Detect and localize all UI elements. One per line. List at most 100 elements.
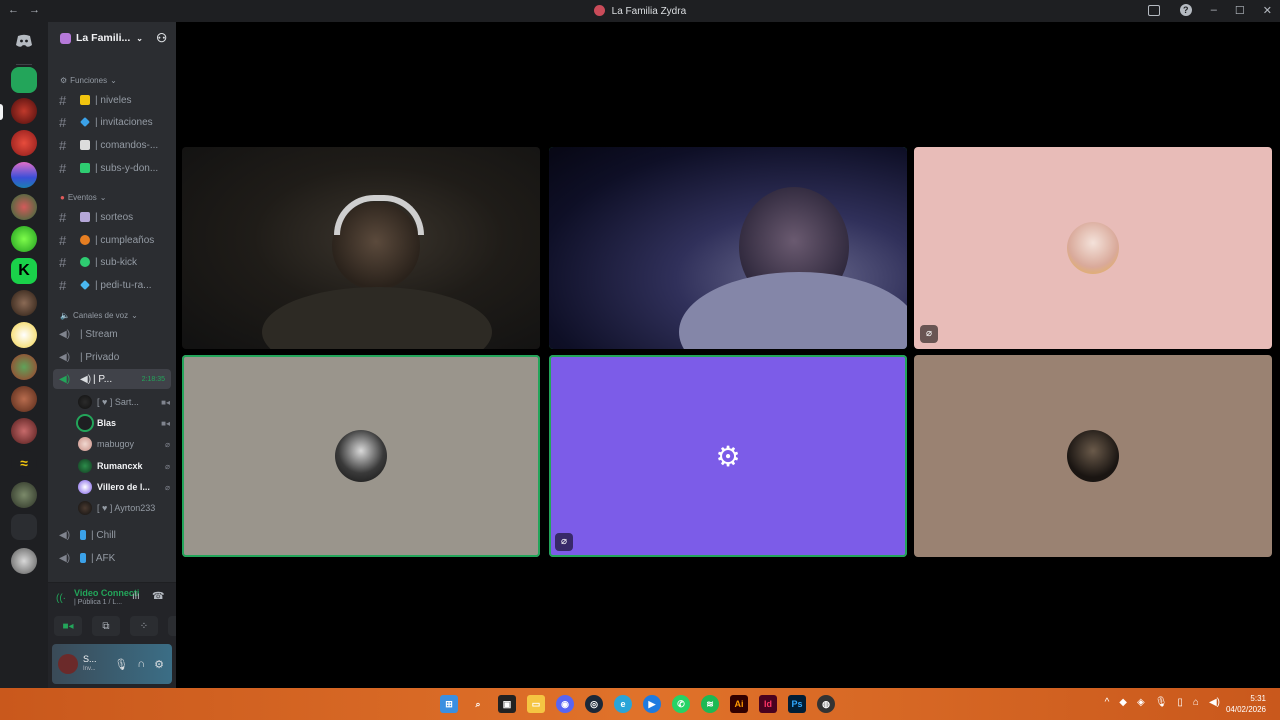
category-funciones[interactable]: ⚙ Funciones ⌄: [60, 76, 117, 85]
video-tile-camera-1[interactable]: [182, 147, 540, 349]
terminal-icon[interactable]: ▣: [498, 695, 516, 713]
illustrator-icon[interactable]: Ai: [730, 695, 748, 713]
discord-home-icon[interactable]: [12, 29, 36, 53]
voice-channel-privado[interactable]: ◀) | Privado: [53, 347, 171, 367]
user-info[interactable]: S... Inv...: [83, 654, 97, 674]
edge-icon[interactable]: e: [614, 695, 632, 713]
network-icon[interactable]: ⌂: [1193, 697, 1199, 708]
server-icon-11[interactable]: ≈: [11, 450, 37, 476]
channel-niveles[interactable]: # | niveles: [53, 90, 171, 110]
help-icon[interactable]: ?: [1179, 3, 1193, 17]
server-icon-4[interactable]: [11, 194, 37, 220]
category-voz[interactable]: 🔈 Canales de voz ⌄: [60, 311, 138, 320]
inbox-icon[interactable]: [1147, 3, 1161, 17]
spotify-icon[interactable]: ≋: [701, 695, 719, 713]
whatsapp-icon[interactable]: ✆: [672, 695, 690, 713]
server-folder-icon[interactable]: [11, 514, 37, 540]
channel-label: | Privado: [80, 351, 120, 363]
server-header[interactable]: La Famili... ⌄ ⚇: [48, 22, 176, 54]
system-tray: ^ ◆ ◈ 🎙 ▯ ⌂ ◀): [1105, 697, 1220, 708]
server-icon-5[interactable]: [11, 226, 37, 252]
app-icon[interactable]: ▶: [643, 695, 661, 713]
server-icon-10[interactable]: [11, 418, 37, 444]
voice-user[interactable]: [ ♥ ] Ayrton233: [78, 498, 170, 518]
chrome-icon[interactable]: ◍: [817, 695, 835, 713]
video-tile-avatar-3[interactable]: ⌀: [914, 147, 1272, 349]
channel-subs[interactable]: # | subs-y-don...: [53, 158, 171, 178]
system-clock[interactable]: 5:31 04/02/2026: [1226, 693, 1266, 715]
channel-subkick[interactable]: # | sub-kick: [53, 252, 171, 272]
server-icon-8[interactable]: [11, 354, 37, 380]
server-icon-9[interactable]: [11, 386, 37, 412]
microphone-icon[interactable]: 🎙: [114, 658, 128, 671]
mic-tray-icon[interactable]: 🎙: [1155, 697, 1168, 708]
voice-channel-afk[interactable]: ◀) | AFK: [53, 548, 171, 568]
user-status: Inv...: [83, 666, 96, 672]
tray-app-icon[interactable]: ◆: [1119, 697, 1127, 708]
shield-icon[interactable]: ◈: [1137, 697, 1145, 708]
video-tile-avatar-4[interactable]: [182, 355, 540, 557]
settings-gear-icon[interactable]: ⚙: [154, 658, 164, 671]
chevron-up-icon[interactable]: ^: [1105, 697, 1110, 708]
speaker-icon: ◀): [59, 552, 71, 564]
badge-icon: [80, 95, 90, 105]
channel-sorteos[interactable]: # | sorteos: [53, 207, 171, 227]
channel-label: | sorteos: [95, 211, 134, 223]
activities-button[interactable]: ⁘: [130, 616, 158, 636]
server-icon-7[interactable]: [11, 322, 37, 348]
battery-icon[interactable]: ▯: [1177, 697, 1183, 708]
channel-label: | Chill: [91, 529, 116, 541]
minimize-button[interactable]: –: [1211, 4, 1217, 16]
channel-label: | pedi-tu-ra...: [95, 279, 152, 291]
voice-channel-active[interactable]: ◀) ◀) | P... 2:18:35: [53, 369, 171, 389]
camera-button[interactable]: ■◂: [54, 616, 82, 636]
kick-server-icon[interactable]: K: [11, 258, 37, 284]
avatar[interactable]: [58, 654, 78, 674]
channel-pedi[interactable]: # | pedi-tu-ra...: [53, 275, 171, 295]
voice-user[interactable]: Villero de l... ⌀: [78, 477, 170, 497]
voice-user[interactable]: Rumancxk ⌀: [78, 456, 170, 476]
windows-start-icon[interactable]: ⊞: [440, 695, 458, 713]
close-button[interactable]: ✕: [1263, 4, 1272, 17]
screen-share-button[interactable]: ⧉: [92, 616, 120, 636]
video-tile-avatar-5[interactable]: ⚙ ⌀: [549, 355, 907, 557]
steam-icon[interactable]: ◎: [585, 695, 603, 713]
channel-cumpleanos[interactable]: # | cumpleaños: [53, 230, 171, 250]
server-icon-3[interactable]: [11, 162, 37, 188]
search-icon[interactable]: ⌕: [469, 695, 487, 713]
voice-channel-link[interactable]: | Pública 1 / L...: [74, 599, 122, 606]
server-icon-1[interactable]: [11, 98, 37, 124]
voice-user[interactable]: mabugoy ⌀: [78, 434, 170, 454]
signal-icon[interactable]: ((·: [56, 593, 66, 604]
channel-label: | AFK: [91, 552, 116, 564]
video-tile-camera-2[interactable]: [549, 147, 907, 349]
voice-user[interactable]: Blas ■◂: [78, 413, 170, 433]
discord-taskbar-icon[interactable]: ◉: [556, 695, 574, 713]
voice-status-text[interactable]: Video Connecti: [74, 588, 139, 598]
headphones-icon[interactable]: ∩: [137, 658, 145, 671]
photoshop-icon[interactable]: Ps: [788, 695, 806, 713]
voice-user-name: [ ♥ ] Ayrton233: [97, 503, 156, 513]
voice-user[interactable]: [ ♥ ] Sart... ■◂: [78, 392, 170, 412]
voice-channel-stream[interactable]: ◀) | Stream: [53, 324, 171, 344]
voice-channel-chill[interactable]: ◀) | Chill: [53, 525, 171, 545]
video-tile-avatar-6[interactable]: [914, 355, 1272, 557]
channel-comandos[interactable]: # | comandos-...: [53, 135, 171, 155]
channel-label: | Stream: [80, 328, 118, 340]
channel-invitaciones[interactable]: # | invitaciones: [53, 112, 171, 132]
server-icon-13[interactable]: [11, 548, 37, 574]
noise-suppression-icon[interactable]: ılı: [132, 591, 140, 602]
server-icon-2[interactable]: [11, 130, 37, 156]
indesign-icon[interactable]: Id: [759, 695, 777, 713]
add-user-icon[interactable]: ⚇: [156, 31, 167, 45]
channel-label: | comandos-...: [95, 139, 159, 151]
server-icon-6[interactable]: [11, 290, 37, 316]
volume-icon[interactable]: ◀): [1209, 697, 1220, 708]
server-icon-12[interactable]: [11, 482, 37, 508]
avatar: [78, 437, 92, 451]
file-explorer-icon[interactable]: ▭: [527, 695, 545, 713]
server-icon-folder[interactable]: [11, 67, 37, 93]
disconnect-icon[interactable]: ☎: [152, 591, 164, 602]
category-eventos[interactable]: ● Eventos ⌄: [60, 193, 106, 202]
maximize-button[interactable]: ☐: [1235, 4, 1245, 17]
